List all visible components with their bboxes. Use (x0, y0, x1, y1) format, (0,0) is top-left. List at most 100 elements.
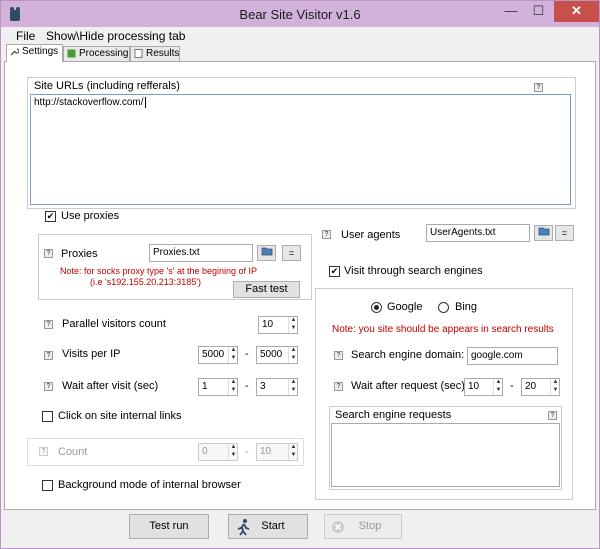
range-separator: - (245, 446, 249, 458)
spinner[interactable]: ▲ ▼ (288, 317, 297, 333)
wait-after-request-max-input[interactable]: 20 ▲ ▼ (521, 378, 560, 396)
spinner[interactable]: ▲ ▼ (493, 379, 502, 395)
spin-down-icon[interactable]: ▼ (290, 387, 297, 394)
user-agents-browse-button[interactable] (534, 225, 553, 241)
background-mode-label: Background mode of internal browser (58, 479, 241, 491)
search-engine-note: Note: you site should be appears in sear… (332, 324, 554, 335)
background-mode-checkbox[interactable] (42, 480, 53, 491)
spinner[interactable]: ▲ ▼ (228, 379, 237, 395)
bing-radio[interactable] (438, 302, 449, 313)
wait-after-visit-max-value: 3 (260, 381, 266, 392)
menu-show-hide-processing[interactable]: Show\Hide processing tab (46, 29, 185, 43)
proxies-edit-button[interactable]: = (282, 245, 301, 261)
wait-after-request-min-input[interactable]: 10 ▲ ▼ (464, 378, 503, 396)
folder-icon (261, 247, 272, 256)
spinner[interactable]: ▲ ▼ (288, 379, 297, 395)
help-icon[interactable]: ? (44, 320, 53, 329)
spin-down-icon[interactable]: ▼ (552, 387, 559, 394)
document-icon (134, 49, 143, 58)
close-button[interactable]: ✕ (554, 1, 599, 22)
search-requests-label: Search engine requests (335, 409, 452, 421)
visits-per-ip-label: Visits per IP (62, 348, 121, 360)
proxies-note: Note: for socks proxy type 's' at the be… (60, 266, 258, 276)
spinner[interactable]: ▲ ▼ (228, 347, 237, 363)
count-max-value: 10 (260, 446, 272, 457)
menu-bar: File Show\Hide processing tab (1, 27, 599, 44)
folder-icon (538, 227, 549, 236)
spin-down-icon[interactable]: ▼ (290, 355, 297, 362)
wait-after-visit-label: Wait after visit (sec) (62, 380, 159, 392)
use-proxies-label: Use proxies (61, 210, 120, 222)
spinner: ▲ ▼ (228, 444, 237, 460)
help-icon[interactable]: ? (534, 83, 543, 92)
search-requests-textarea[interactable] (331, 423, 560, 487)
spin-up-icon[interactable]: ▲ (230, 379, 237, 386)
help-icon[interactable]: ? (44, 249, 53, 258)
range-separator: - (245, 348, 249, 360)
spinner: ▲ ▼ (288, 444, 297, 460)
settings-panel: Site URLs (including refferals) ? http:/… (4, 61, 596, 510)
spin-up-icon[interactable]: ▲ (290, 317, 297, 324)
search-domain-label: Search engine domain: (351, 349, 465, 361)
test-run-button[interactable]: Test run (129, 514, 209, 539)
title-bar[interactable]: Bear Site Visitor v1.6 — ☐ ✕ (1, 1, 599, 27)
spin-down-icon[interactable]: ▼ (290, 325, 297, 332)
visits-per-ip-max-input[interactable]: 5000 ▲ ▼ (256, 346, 298, 364)
spin-up-icon[interactable]: ▲ (552, 379, 559, 386)
wait-after-request-max-value: 20 (525, 381, 537, 392)
help-icon[interactable]: ? (322, 230, 331, 239)
proxies-file-input[interactable]: Proxies.txt (149, 244, 253, 262)
spin-up-icon[interactable]: ▲ (230, 347, 237, 354)
parallel-visitors-value: 10 (262, 319, 274, 330)
spinner[interactable]: ▲ ▼ (288, 347, 297, 363)
spin-down-icon[interactable]: ▼ (230, 387, 237, 394)
visit-search-engines-label: Visit through search engines (344, 265, 483, 277)
wait-after-request-label: Wait after request (sec) (351, 380, 465, 392)
parallel-visitors-input[interactable]: 10 ▲ ▼ (258, 316, 298, 334)
search-domain-input[interactable]: google.com (467, 347, 558, 365)
fast-test-button[interactable]: Fast test (233, 281, 300, 298)
user-agents-file-input[interactable]: UserAgents.txt (426, 224, 530, 242)
wait-after-visit-max-input[interactable]: 3 ▲ ▼ (256, 378, 298, 396)
google-radio[interactable] (371, 302, 382, 313)
click-internal-links-checkbox[interactable] (42, 411, 53, 422)
spin-up-icon[interactable]: ▲ (495, 379, 502, 386)
minimize-button[interactable]: — (497, 1, 525, 22)
site-urls-textarea[interactable]: http://stackoverflow.com/ (30, 94, 571, 205)
help-icon[interactable]: ? (44, 382, 53, 391)
processing-icon (67, 49, 76, 58)
range-separator: - (510, 380, 514, 392)
site-url-value: http://stackoverflow.com/ (34, 97, 144, 108)
visits-per-ip-min-input[interactable]: 5000 ▲ ▼ (198, 346, 238, 364)
spinner[interactable]: ▲ ▼ (550, 379, 559, 395)
proxies-browse-button[interactable] (257, 245, 276, 261)
spin-up-icon[interactable]: ▲ (290, 379, 297, 386)
start-button-label: Start (261, 520, 285, 532)
wait-after-visit-min-input[interactable]: 1 ▲ ▼ (198, 378, 238, 396)
tab-results-label: Results (146, 48, 180, 59)
maximize-button[interactable]: ☐ (525, 1, 552, 22)
use-proxies-checkbox[interactable]: ✔ (45, 211, 56, 222)
tab-processing[interactable]: Processing (63, 46, 130, 62)
click-internal-links-label: Click on site internal links (58, 410, 182, 422)
spin-up-icon[interactable]: ▲ (290, 347, 297, 354)
help-icon[interactable]: ? (334, 382, 343, 391)
help-icon[interactable]: ? (548, 411, 557, 420)
visits-per-ip-min-value: 5000 (202, 349, 225, 360)
tab-processing-label: Processing (79, 48, 129, 59)
spin-down-icon: ▼ (230, 452, 237, 458)
start-button[interactable]: Start (228, 514, 308, 539)
spin-down-icon[interactable]: ▼ (495, 387, 502, 394)
spin-down-icon[interactable]: ▼ (230, 355, 237, 362)
menu-file[interactable]: File (16, 29, 35, 43)
tab-results[interactable]: Results (130, 46, 180, 62)
help-icon: ? (39, 447, 48, 456)
help-icon[interactable]: ? (334, 351, 343, 360)
help-icon[interactable]: ? (44, 351, 53, 360)
proxies-label: Proxies (61, 248, 98, 260)
user-agents-label: User agents (341, 229, 401, 241)
spin-down-icon: ▼ (290, 452, 297, 458)
user-agents-edit-button[interactable]: = (555, 225, 574, 241)
tab-settings[interactable]: Settings (6, 44, 63, 62)
visit-search-engines-checkbox[interactable]: ✔ (329, 266, 340, 277)
